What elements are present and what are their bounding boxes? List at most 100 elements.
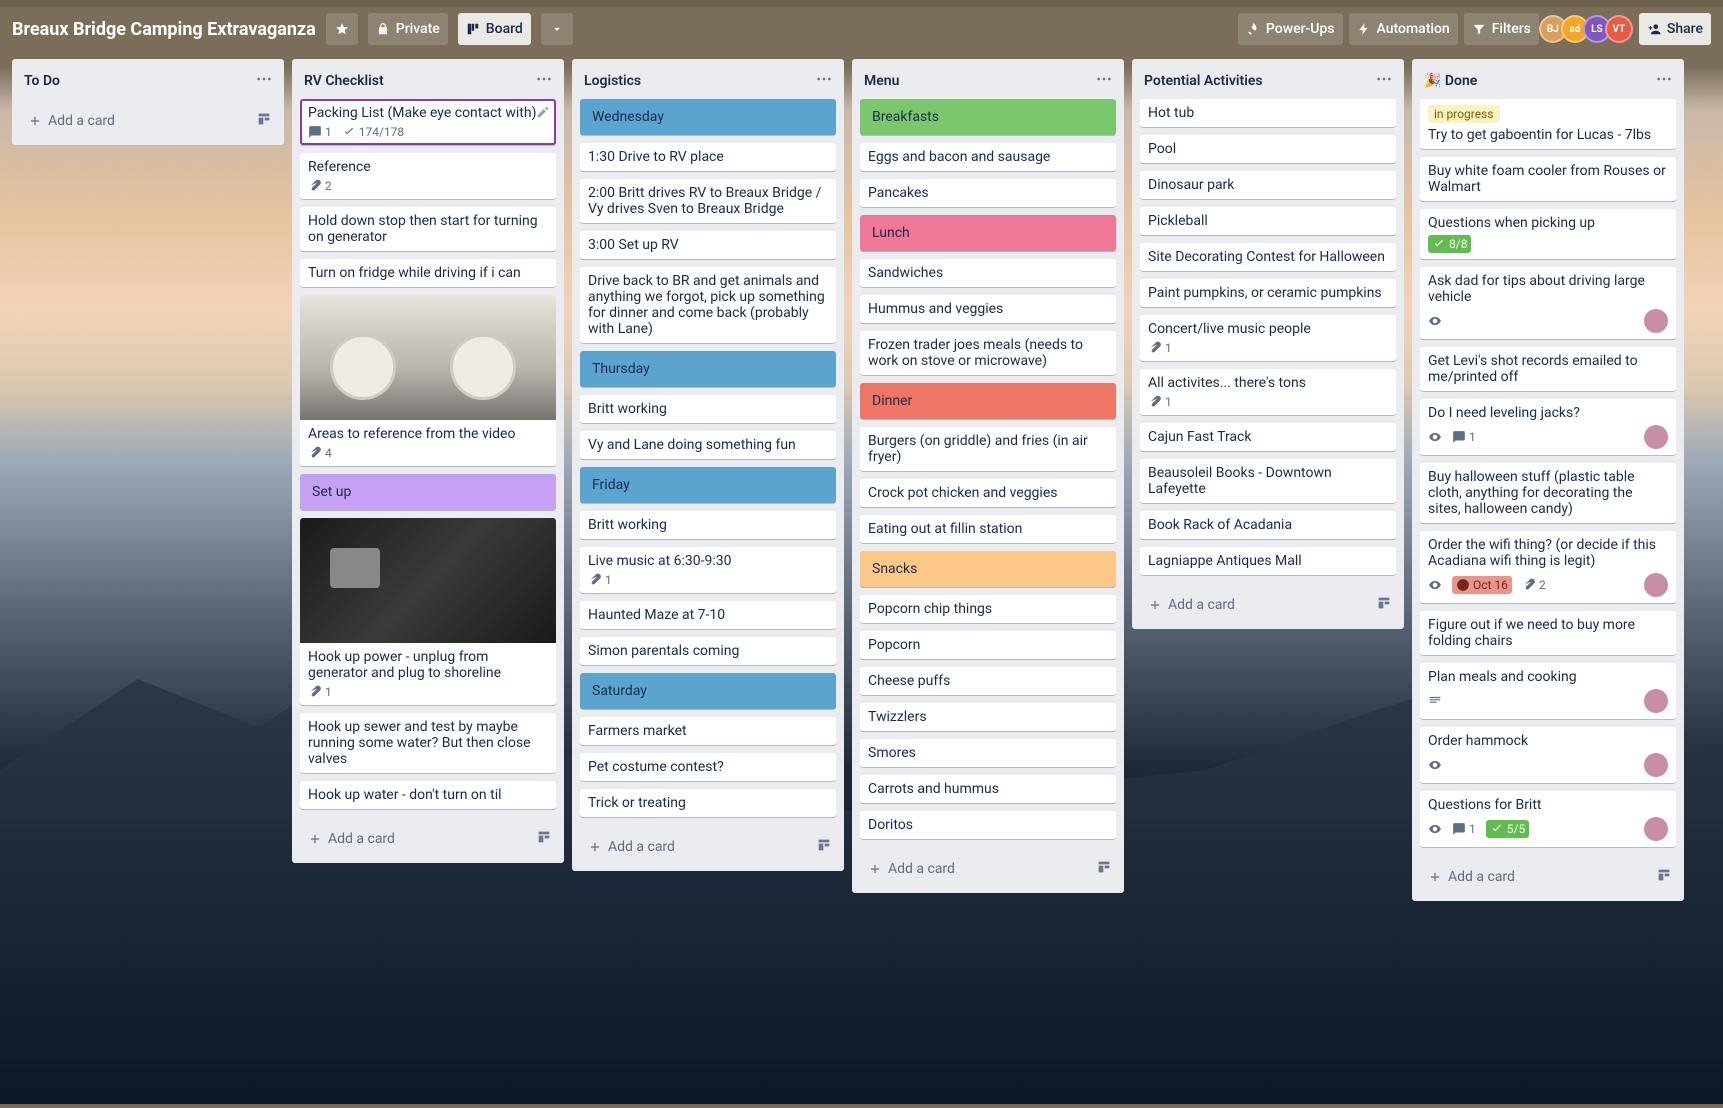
card[interactable]: Pancakes (860, 179, 1116, 207)
card[interactable]: Simon parentals coming (580, 637, 836, 665)
add-card-button[interactable]: Add a card (860, 855, 1086, 883)
board-title[interactable]: Breaux Bridge Camping Extravaganza (12, 19, 316, 40)
card-template-button[interactable] (252, 107, 276, 135)
card[interactable]: Eating out at fillin station (860, 515, 1116, 543)
filters-button[interactable]: Filters (1464, 13, 1539, 45)
card-template-button[interactable] (1652, 863, 1676, 891)
card[interactable]: in progressTry to get gaboentin for Luca… (1420, 99, 1676, 149)
add-card-button[interactable]: Add a card (20, 107, 246, 135)
view-dropdown[interactable] (541, 13, 573, 45)
card[interactable]: Questions when picking up 8/8 (1420, 209, 1676, 259)
list-menu-button[interactable] (1652, 67, 1676, 95)
card[interactable]: Popcorn (860, 631, 1116, 659)
card[interactable]: Ask dad for tips about driving large veh… (1420, 267, 1676, 339)
card[interactable]: Dinosaur park (1140, 171, 1396, 199)
card[interactable]: Plan meals and cooking (1420, 663, 1676, 719)
card[interactable]: Figure out if we need to buy more foldin… (1420, 611, 1676, 655)
board-canvas[interactable]: To Do Add a card RV Checklist Packing List… (0, 51, 1723, 1108)
list-section-label[interactable]: Breakfasts (860, 99, 1116, 135)
card[interactable]: Hold down stop then start for turning on… (300, 207, 556, 251)
list-section-label[interactable]: Thursday (580, 351, 836, 387)
card[interactable]: Britt working (580, 511, 836, 539)
list-section-label[interactable]: Friday (580, 467, 836, 503)
list-title[interactable]: Logistics (584, 73, 641, 89)
card[interactable]: Paint pumpkins, or ceramic pumpkins (1140, 279, 1396, 307)
card[interactable]: 1:30 Drive to RV place (580, 143, 836, 171)
share-button[interactable]: Share (1639, 13, 1711, 45)
card[interactable]: Order hammock (1420, 727, 1676, 783)
automation-button[interactable]: Automation (1349, 13, 1458, 45)
add-card-button[interactable]: Add a card (1140, 591, 1366, 619)
card[interactable]: Eggs and bacon and sausage (860, 143, 1116, 171)
list-menu-button[interactable] (1092, 67, 1116, 95)
card-member-avatar[interactable] (1644, 817, 1668, 841)
card[interactable]: Britt working (580, 395, 836, 423)
list-section-label[interactable]: Snacks (860, 551, 1116, 587)
card[interactable]: Trick or treating (580, 789, 836, 817)
add-card-button[interactable]: Add a card (300, 825, 526, 853)
visibility-button[interactable]: Private (368, 13, 448, 45)
card[interactable]: Haunted Maze at 7-10 (580, 601, 836, 629)
card[interactable]: Popcorn chip things (860, 595, 1116, 623)
card[interactable]: Get Levi's shot records emailed to me/pr… (1420, 347, 1676, 391)
card[interactable]: Hook up sewer and test by maybe running … (300, 713, 556, 773)
list-menu-button[interactable] (1372, 67, 1396, 95)
card[interactable]: All activites... there's tons 1 (1140, 369, 1396, 415)
card[interactable]: Cajun Fast Track (1140, 423, 1396, 451)
card[interactable]: Doritos (860, 811, 1116, 839)
card-template-button[interactable] (532, 825, 556, 853)
list-section-label[interactable]: Dinner (860, 383, 1116, 419)
card-member-avatar[interactable] (1644, 309, 1668, 333)
card[interactable]: Frozen trader joes meals (needs to work … (860, 331, 1116, 375)
card[interactable]: Pet costume contest? (580, 753, 836, 781)
card-member-avatar[interactable] (1644, 753, 1668, 777)
card[interactable]: Buy white foam cooler from Rouses or Wal… (1420, 157, 1676, 201)
card[interactable]: Hook up power - unplug from generator an… (300, 518, 556, 705)
list-section-label[interactable]: Saturday (580, 673, 836, 709)
card[interactable]: Beausoleil Books - Downtown Lafeyette (1140, 459, 1396, 503)
card[interactable]: Burgers (on griddle) and fries (in air f… (860, 427, 1116, 471)
list-title[interactable]: 🎉 Done (1424, 73, 1477, 89)
list-section-label[interactable]: Lunch (860, 215, 1116, 251)
card[interactable]: Vy and Lane doing something fun (580, 431, 836, 459)
card[interactable]: Sandwiches (860, 259, 1116, 287)
card[interactable]: Book Rack of Acadania (1140, 511, 1396, 539)
card[interactable]: Packing List (Make eye contact with) 1 1… (300, 99, 556, 145)
powerups-button[interactable]: Power-Ups (1238, 13, 1343, 45)
list-menu-button[interactable] (812, 67, 836, 95)
card[interactable]: 2:00 Britt drives RV to Breaux Bridge / … (580, 179, 836, 223)
star-button[interactable] (326, 13, 358, 45)
card[interactable]: Lagniappe Antiques Mall (1140, 547, 1396, 575)
list-menu-button[interactable] (532, 67, 556, 95)
list-section-label[interactable]: Set up (300, 474, 556, 510)
card[interactable]: Reference 2 (300, 153, 556, 199)
card[interactable]: Cheese puffs (860, 667, 1116, 695)
list-title[interactable]: Potential Activities (1144, 73, 1263, 89)
card[interactable]: Hook up water - don't turn on til (300, 781, 556, 809)
card[interactable]: Order the wifi thing? (or decide if this… (1420, 531, 1676, 603)
card[interactable]: Do I need leveling jacks? 1 (1420, 399, 1676, 455)
card[interactable]: Buy halloween stuff (plastic table cloth… (1420, 463, 1676, 523)
card[interactable]: Hot tub (1140, 99, 1396, 127)
list-title[interactable]: RV Checklist (304, 73, 384, 89)
card[interactable]: Questions for Britt 1 5/5 (1420, 791, 1676, 847)
list-menu-button[interactable] (252, 67, 276, 95)
view-switcher[interactable]: Board (458, 13, 531, 45)
card[interactable]: Twizzlers (860, 703, 1116, 731)
card[interactable]: Smores (860, 739, 1116, 767)
add-card-button[interactable]: Add a card (580, 833, 806, 861)
card[interactable]: Areas to reference from the video 4 (300, 295, 556, 466)
card[interactable]: Site Decorating Contest for Halloween (1140, 243, 1396, 271)
card[interactable]: Live music at 6:30-9:30 1 (580, 547, 836, 593)
card[interactable]: Hummus and veggies (860, 295, 1116, 323)
card-template-button[interactable] (1372, 591, 1396, 619)
list-title[interactable]: To Do (24, 73, 60, 89)
card[interactable]: Pool (1140, 135, 1396, 163)
card[interactable]: Pickleball (1140, 207, 1396, 235)
board-members[interactable]: BJadLSVT (1545, 15, 1633, 43)
card-template-button[interactable] (812, 833, 836, 861)
card[interactable]: 3:00 Set up RV (580, 231, 836, 259)
list-section-label[interactable]: Wednesday (580, 99, 836, 135)
card[interactable]: Carrots and hummus (860, 775, 1116, 803)
member-avatar[interactable]: VT (1605, 15, 1633, 43)
